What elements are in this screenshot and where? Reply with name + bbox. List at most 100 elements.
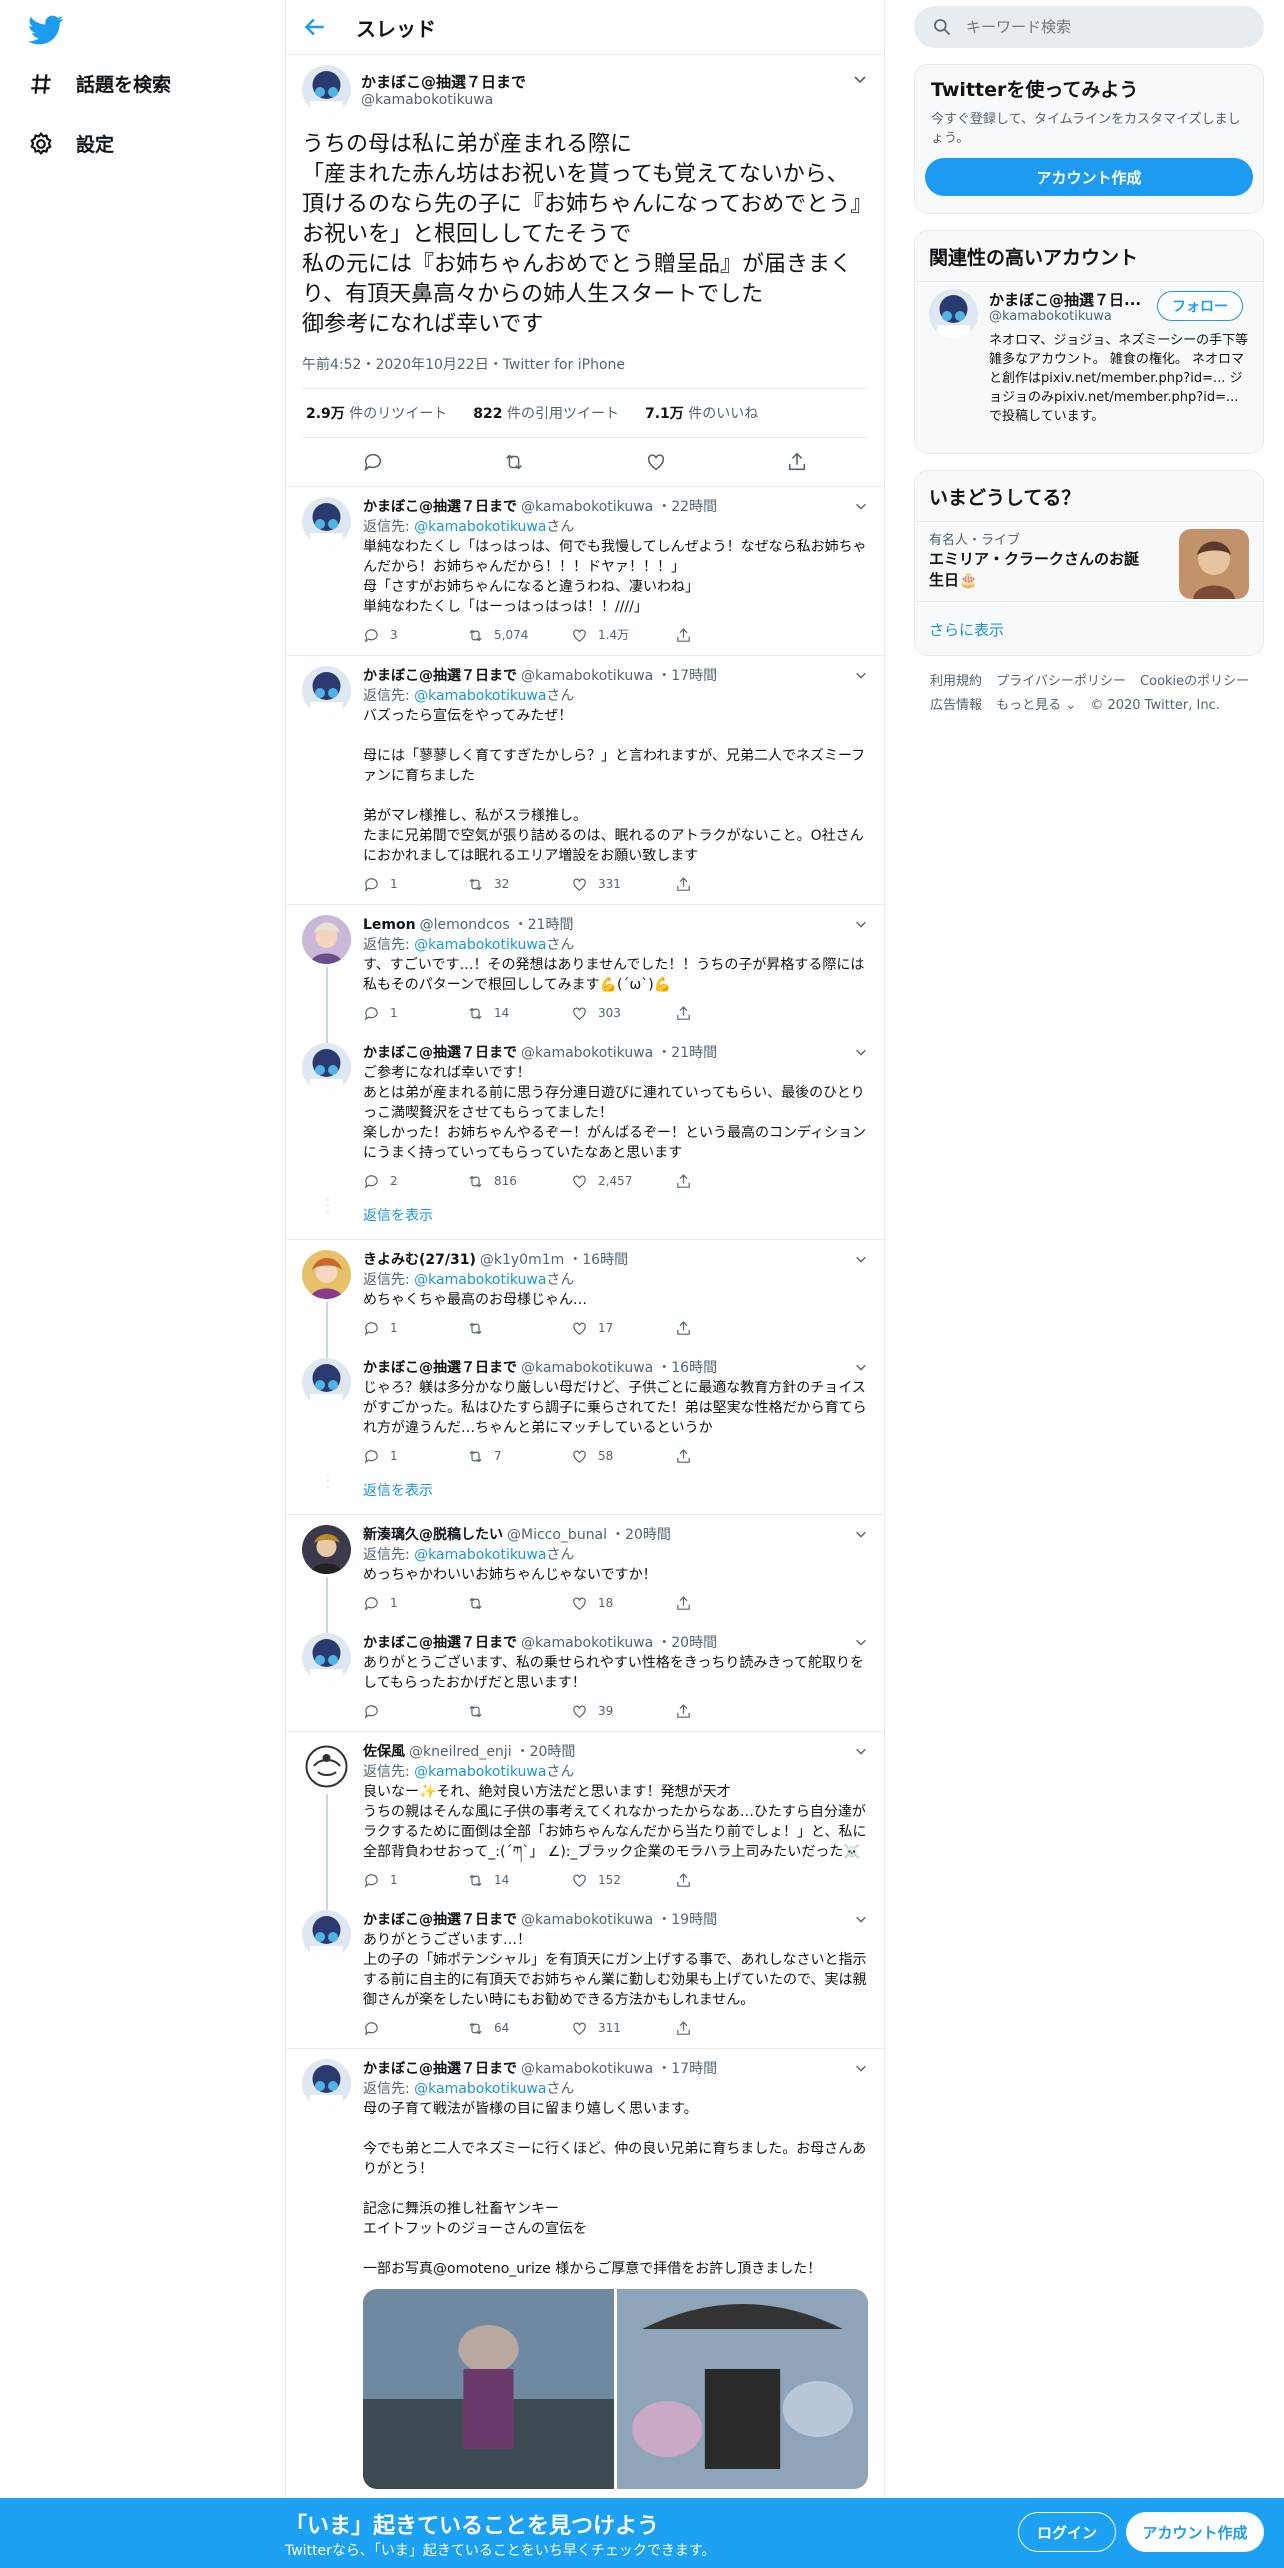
back-arrow-icon[interactable] [302, 14, 328, 40]
show-more-link[interactable]: さらに表示 [929, 619, 1004, 640]
reply-author-handle[interactable]: @kneilred_enji [409, 1742, 512, 1762]
reply-tweet[interactable]: かまぼこ@抽選７日まで @kamabokotikuwa ・21時間 ご参考になれば幸い… [286, 1033, 884, 1201]
reply-tweet[interactable]: かまぼこ@抽選７日まで @kamabokotikuwa ・22時間 返信先: @kam… [286, 487, 884, 656]
reply-button[interactable] [363, 1701, 467, 1721]
chevron-down-icon[interactable] [854, 668, 868, 682]
like-button[interactable]: 303 [571, 1003, 675, 1023]
chevron-down-icon[interactable] [854, 1360, 868, 1374]
share-button[interactable] [675, 1318, 779, 1338]
reply-author-handle[interactable]: @kamabokotikuwa [521, 666, 653, 686]
like-button[interactable]: 39 [571, 1701, 675, 1721]
retweet-button[interactable] [467, 1701, 571, 1721]
reply-author-name[interactable]: かまぼこ@抽選７日まで [363, 666, 517, 686]
reply-to-link[interactable]: @kamabokotikuwa [414, 1547, 546, 1563]
reply-to-link[interactable]: @kamabokotikuwa [414, 2081, 546, 2097]
avatar[interactable] [302, 497, 351, 546]
reply-tweet[interactable]: きよみむ(27/31) @k1y0m1m ・16時間 返信先: @kamabokoti… [286, 1240, 884, 1358]
footer-cookies[interactable]: Cookieのポリシー [1140, 674, 1249, 689]
footer-terms[interactable]: 利用規約 [930, 674, 982, 689]
reply-to-link[interactable]: @kamabokotikuwa [414, 688, 546, 704]
reply-author-name[interactable]: きよみむ(27/31) [363, 1250, 476, 1270]
chevron-down-icon[interactable] [854, 1527, 868, 1541]
like-button[interactable]: 1.4万 [571, 625, 675, 645]
nav-settings[interactable]: 設定 [28, 130, 114, 157]
share-button[interactable] [675, 1171, 779, 1191]
reply-tweet[interactable]: Lemon @lemondcos ・21時間 返信先: @kamabokotikuwa… [286, 905, 884, 1043]
avatar[interactable] [929, 289, 978, 338]
reply-author-handle[interactable]: @kamabokotikuwa [521, 1633, 653, 1653]
reply-tweet[interactable]: かまぼこ@抽選７日まで @kamabokotikuwa ・17時間 返信先: @kam… [286, 2049, 884, 2499]
reply-author-handle[interactable]: @Micco_bunal [507, 1525, 607, 1545]
chevron-down-icon[interactable] [854, 1252, 868, 1266]
retweet-button[interactable]: 14 [467, 1870, 571, 1890]
chevron-down-icon[interactable] [854, 2061, 868, 2075]
reply-icon[interactable] [362, 451, 384, 473]
reply-time[interactable]: ・21時間 [514, 915, 574, 935]
reply-author-name[interactable]: かまぼこ@抽選７日まで [363, 1633, 517, 1653]
reply-button[interactable] [363, 2018, 467, 2038]
reply-time[interactable]: ・16時間 [657, 1358, 717, 1378]
reply-author-name[interactable]: かまぼこ@抽選７日まで [363, 497, 517, 517]
reply-to-link[interactable]: @kamabokotikuwa [414, 519, 546, 535]
like-button[interactable]: 18 [571, 1593, 675, 1613]
trend-image[interactable] [1179, 529, 1249, 599]
avatar[interactable] [302, 1043, 351, 1092]
avatar[interactable] [302, 2059, 351, 2108]
reply-button[interactable]: 1 [363, 1446, 467, 1466]
reply-tweet[interactable]: 新湊璃久@脱稿したい @Micco_bunal ・20時間 返信先: @kamabok… [286, 1515, 884, 1633]
avatar[interactable] [302, 65, 351, 114]
reply-author-handle[interactable]: @kamabokotikuwa [521, 497, 653, 517]
share-button[interactable] [675, 1446, 779, 1466]
nav-explore[interactable]: 話題を検索 [28, 70, 171, 97]
like-button[interactable]: 2,457 [571, 1171, 675, 1191]
reply-button[interactable]: 1 [363, 1593, 467, 1613]
reply-author-handle[interactable]: @lemondcos [420, 915, 510, 935]
like-button[interactable]: 152 [571, 1870, 675, 1890]
reply-author-name[interactable]: かまぼこ@抽選７日まで [363, 2059, 517, 2079]
reply-time[interactable]: ・17時間 [657, 2059, 717, 2079]
retweet-button[interactable]: 5,074 [467, 625, 571, 645]
reply-author-handle[interactable]: @kamabokotikuwa [521, 2059, 653, 2079]
retweet-button[interactable]: 64 [467, 2018, 571, 2038]
share-icon[interactable] [786, 451, 808, 473]
reply-author-handle[interactable]: @kamabokotikuwa [521, 1910, 653, 1930]
reply-to-link[interactable]: @kamabokotikuwa [414, 1272, 546, 1288]
retweet-button[interactable]: 14 [467, 1003, 571, 1023]
reply-author-handle[interactable]: @kamabokotikuwa [521, 1043, 653, 1063]
login-button[interactable]: ログイン [1018, 2512, 1116, 2552]
footer-more[interactable]: もっと見る ⌄ [996, 698, 1076, 713]
retweet-button[interactable]: 7 [467, 1446, 571, 1466]
retweet-button[interactable]: 32 [467, 874, 571, 894]
avatar[interactable] [302, 915, 351, 964]
show-replies-link[interactable]: · · · 返信を表示 [286, 1194, 884, 1240]
share-button[interactable] [675, 1003, 779, 1023]
share-button[interactable] [675, 1870, 779, 1890]
reply-author-name[interactable]: かまぼこ@抽選７日まで [363, 1910, 517, 1930]
footer-ads[interactable]: 広告情報 [930, 698, 982, 713]
reply-button[interactable]: 1 [363, 1870, 467, 1890]
share-button[interactable] [675, 874, 779, 894]
retweet-button[interactable] [467, 1318, 571, 1338]
reply-time[interactable]: ・19時間 [657, 1910, 717, 1930]
chevron-down-icon[interactable] [854, 1045, 868, 1059]
reply-time[interactable]: ・16時間 [568, 1250, 628, 1270]
photo[interactable] [617, 2289, 868, 2489]
avatar[interactable] [302, 1910, 351, 1959]
quote-count[interactable]: 822 件の引用ツイート [473, 403, 619, 423]
like-button[interactable]: 331 [571, 874, 675, 894]
reply-time[interactable]: ・20時間 [657, 1633, 717, 1653]
chevron-down-icon[interactable] [854, 1744, 868, 1758]
avatar[interactable] [302, 1633, 351, 1682]
reply-tweet[interactable]: 佐保風 @kneilred_enji ・20時間 返信先: @kamabokotiku… [286, 1732, 884, 1910]
reply-to-link[interactable]: @kamabokotikuwa [414, 1764, 546, 1780]
avatar[interactable] [302, 666, 351, 715]
share-button[interactable] [675, 1701, 779, 1721]
author-name[interactable]: かまぼこ@抽選７日まで [361, 71, 526, 92]
reply-author-name[interactable]: かまぼこ@抽選７日まで [363, 1043, 517, 1063]
search-box[interactable] [914, 6, 1264, 48]
twitter-logo-icon[interactable] [28, 12, 64, 48]
reply-button[interactable]: 3 [363, 625, 467, 645]
author-handle[interactable]: @kamabokotikuwa [361, 92, 526, 108]
search-input[interactable] [964, 17, 1238, 37]
reply-button[interactable]: 1 [363, 874, 467, 894]
